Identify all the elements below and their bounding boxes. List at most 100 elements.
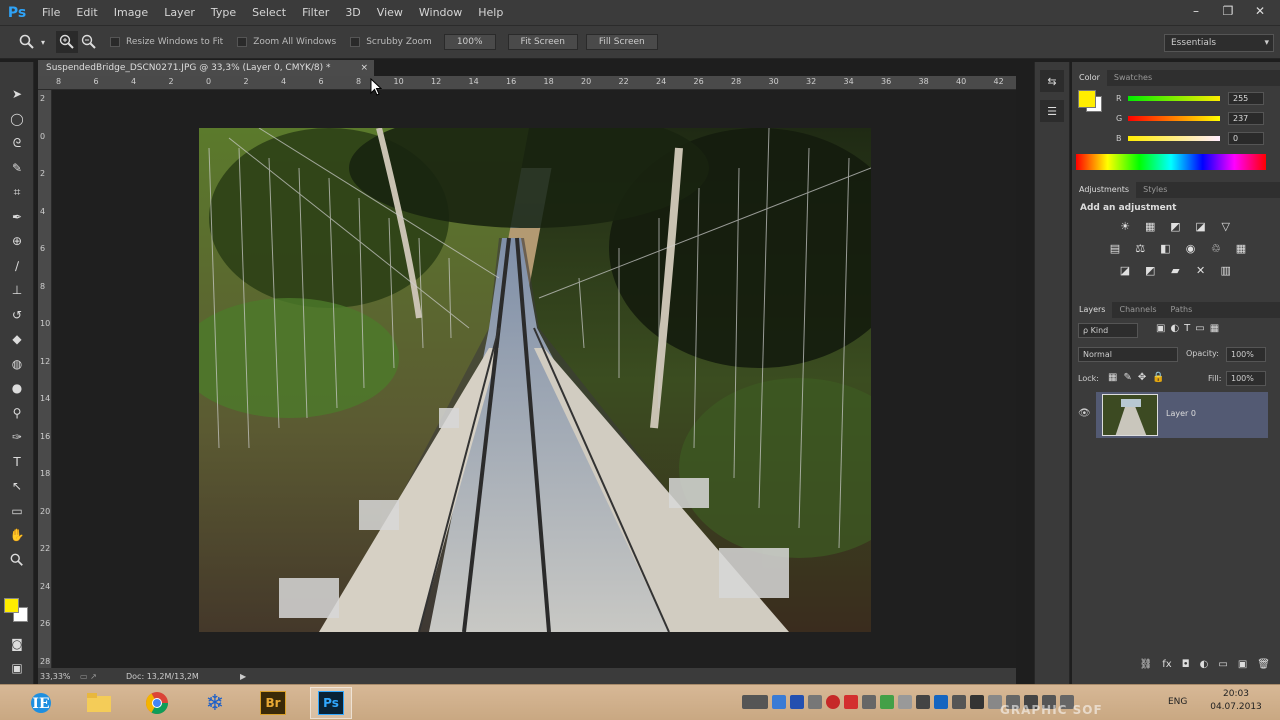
posterize-icon[interactable]: ◩ [1142, 263, 1158, 277]
menu-help[interactable]: Help [470, 0, 511, 25]
red-slider-track[interactable] [1128, 95, 1220, 101]
opacity-input[interactable]: 100% [1226, 347, 1266, 362]
adjustment-layer-icon[interactable]: ◐ [1200, 659, 1209, 670]
paint-bucket-tool-icon[interactable]: ◍ [0, 352, 34, 377]
layer-name[interactable]: Layer 0 [1166, 409, 1196, 418]
minimize-button[interactable]: – [1184, 2, 1208, 20]
new-group-icon[interactable]: ▭ [1218, 659, 1227, 670]
menu-file[interactable]: File [34, 0, 68, 25]
tray-app-icon[interactable] [898, 695, 912, 709]
status-menu-arrow[interactable]: ▶ [240, 672, 246, 681]
blue-value[interactable]: 0 [1228, 131, 1264, 145]
tab-layers[interactable]: Layers [1072, 302, 1113, 318]
selective-color-icon[interactable]: ✕ [1193, 263, 1209, 277]
layer-style-icon[interactable]: fx [1162, 659, 1171, 670]
screen-mode-icon[interactable]: ▣ [0, 656, 34, 681]
foreground-background-colors[interactable] [4, 598, 30, 624]
scrubby-zoom-checkbox[interactable]: Scrubby Zoom [350, 37, 432, 47]
brush-tool-icon[interactable]: ∕ [0, 254, 34, 279]
tab-paths[interactable]: Paths [1164, 302, 1200, 318]
clock[interactable]: 20:03 04.07.2013 [1200, 689, 1272, 712]
hand-tool-icon[interactable]: ✋ [0, 523, 34, 548]
photoshop-app-icon[interactable]: Ps [310, 687, 352, 719]
tray-app-icon[interactable] [790, 695, 804, 709]
zoom-in-icon[interactable] [56, 31, 78, 53]
spot-healing-tool-icon[interactable]: ⊕ [0, 229, 34, 254]
tray-snowflake-icon[interactable] [772, 695, 786, 709]
close-icon[interactable]: × [360, 60, 368, 76]
red-slider[interactable]: R 255 [1116, 91, 1276, 105]
black-white-icon[interactable]: ◧ [1157, 241, 1173, 255]
crop-tool-icon[interactable]: ⌗ [0, 180, 34, 205]
zoom-tool-preset-icon[interactable] [16, 31, 38, 53]
eraser-tool-icon[interactable]: ◆ [0, 327, 34, 352]
color-foreground-swatch[interactable] [1078, 90, 1096, 108]
quick-selection-tool-icon[interactable]: ✎ [0, 156, 34, 181]
clone-stamp-tool-icon[interactable]: ⊥ [0, 278, 34, 303]
layer-mask-icon[interactable]: ◘ [1182, 659, 1190, 670]
internet-explorer-icon[interactable]: IE [20, 687, 62, 719]
tray-record-icon[interactable] [826, 695, 840, 709]
restore-button[interactable]: ❐ [1216, 2, 1240, 20]
quick-mask-icon[interactable]: ◙ [0, 632, 34, 657]
fill-screen-button[interactable]: Fill Screen [585, 34, 658, 50]
blend-mode-select[interactable]: Normal [1078, 347, 1178, 362]
photo-filter-icon[interactable]: ◉ [1183, 241, 1199, 255]
layer-kind-filter[interactable]: ρ Kind [1078, 323, 1138, 338]
tab-styles[interactable]: Styles [1136, 182, 1174, 198]
eye-icon[interactable]: 👁 [1078, 408, 1091, 419]
menu-image[interactable]: Image [106, 0, 156, 25]
exposure-icon[interactable]: ◪ [1193, 219, 1209, 233]
color-balance-icon[interactable]: ⚖ [1132, 241, 1148, 255]
document-tab[interactable]: SuspendedBridge_DSCN0271.JPG @ 33,3% (La… [38, 60, 374, 76]
close-window-button[interactable]: ✕ [1248, 2, 1272, 20]
gradient-map-icon[interactable]: ▥ [1218, 263, 1234, 277]
file-explorer-icon[interactable] [78, 687, 120, 719]
tab-channels[interactable]: Channels [1112, 302, 1163, 318]
hue-saturation-icon[interactable]: ▤ [1107, 241, 1123, 255]
color-lookup-icon[interactable]: ▦ [1233, 241, 1249, 255]
menu-filter[interactable]: Filter [294, 0, 337, 25]
workspace-select[interactable]: Essentials ▾ [1164, 34, 1274, 52]
lasso-tool-icon[interactable]: ᘓ [0, 131, 34, 156]
snowflake-app-icon[interactable]: ❄ [194, 687, 236, 719]
channel-mixer-icon[interactable]: ♲ [1208, 241, 1224, 255]
dodge-tool-icon[interactable]: ⚲ [0, 401, 34, 426]
color-spectrum-ramp[interactable] [1076, 154, 1266, 170]
chevron-down-icon[interactable]: ▾ [38, 31, 48, 53]
blue-slider-track[interactable] [1128, 135, 1220, 141]
zoom-level[interactable]: 33,33% [40, 672, 80, 681]
green-slider-track[interactable] [1128, 115, 1220, 121]
zoom-out-icon[interactable] [78, 31, 100, 53]
history-brush-tool-icon[interactable]: ↺ [0, 303, 34, 328]
chrome-icon[interactable] [136, 687, 178, 719]
invert-icon[interactable]: ◪ [1117, 263, 1133, 277]
horizontal-ruler[interactable]: 8 6 4 2 0 2 4 6 8 10 12 14 16 18 20 22 24 26 28 30 32 34 36 38 4… [38, 76, 1016, 90]
menu-select[interactable]: Select [244, 0, 294, 25]
menu-type[interactable]: Type [203, 0, 244, 25]
levels-icon[interactable]: ▦ [1142, 219, 1158, 233]
menu-edit[interactable]: Edit [68, 0, 105, 25]
eyedropper-tool-icon[interactable]: ✒ [0, 205, 34, 230]
link-layers-icon[interactable]: ⛓ [1140, 659, 1153, 670]
pen-tool-icon[interactable]: ✑ [0, 425, 34, 450]
tab-color[interactable]: Color [1072, 70, 1107, 86]
red-value[interactable]: 255 [1228, 91, 1264, 105]
blue-slider[interactable]: B 0 [1116, 131, 1276, 145]
tab-adjustments[interactable]: Adjustments [1072, 182, 1137, 198]
zoom-tool-icon[interactable] [0, 548, 34, 573]
bridge-photo[interactable] [199, 128, 871, 632]
shape-tool-icon[interactable]: ▭ [0, 499, 34, 524]
tray-app-icon[interactable] [862, 695, 876, 709]
zoom-all-windows-checkbox[interactable]: Zoom All Windows [237, 37, 336, 47]
menu-view[interactable]: View [369, 0, 411, 25]
vibrance-icon[interactable]: ▽ [1218, 219, 1234, 233]
tray-app-icon[interactable] [916, 695, 930, 709]
type-tool-icon[interactable]: T [0, 450, 34, 475]
fill-input[interactable]: 100% [1226, 371, 1266, 386]
tray-app-icon[interactable] [880, 695, 894, 709]
curves-icon[interactable]: ◩ [1167, 219, 1183, 233]
bluetooth-icon[interactable] [934, 695, 948, 709]
layer-row[interactable]: Layer 0 [1096, 392, 1268, 438]
toolbar-collapse[interactable] [0, 62, 33, 82]
